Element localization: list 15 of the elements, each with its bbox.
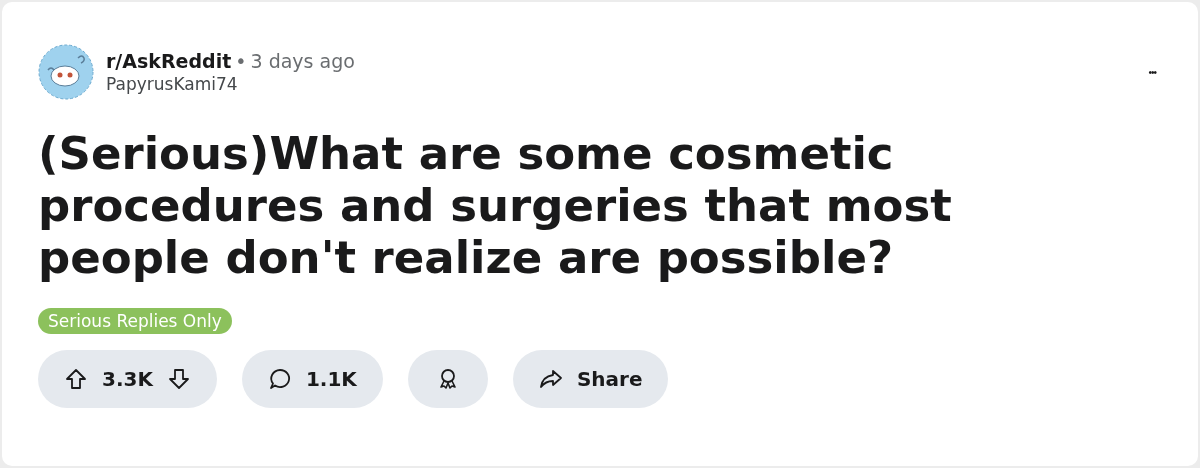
upvote-icon[interactable] xyxy=(64,367,88,391)
share-button[interactable]: Share xyxy=(512,350,669,408)
subreddit-link[interactable]: r/AskReddit xyxy=(106,50,232,72)
vote-count: 3.3K xyxy=(102,367,153,391)
speech-bubble-icon xyxy=(267,367,292,391)
post-title: (Serious)What are some cosmetic procedures and surgeries that most people don't realize are possible? xyxy=(38,128,953,284)
author-name[interactable]: PapyrusKami74 xyxy=(106,74,1133,94)
share-arrow-icon xyxy=(538,367,563,391)
avatar-icon[interactable] xyxy=(38,44,94,100)
comments-button[interactable]: 1.1K xyxy=(241,350,383,408)
post-time: 3 days ago xyxy=(250,50,355,72)
more-options-button[interactable]: ••• xyxy=(1144,62,1160,82)
downvote-icon[interactable] xyxy=(166,367,191,391)
post-flair: Serious Replies Only xyxy=(38,308,232,334)
separator-dot: • xyxy=(235,50,247,72)
